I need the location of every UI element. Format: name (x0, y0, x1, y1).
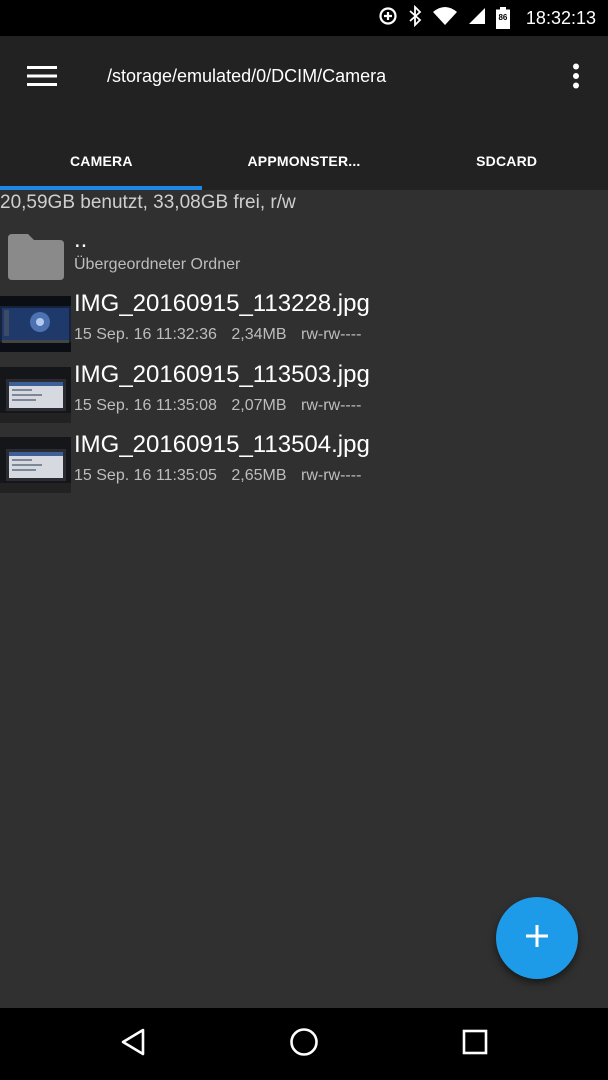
file-permissions: rw-rw---- (300, 326, 362, 343)
parent-folder-row[interactable]: .. Übergeordneter Ordner (0, 226, 608, 296)
battery-icon: 86 (495, 7, 510, 29)
app-bar: /storage/emulated/0/DCIM/Camera CAMERA A… (0, 36, 608, 190)
more-vert-icon (572, 63, 580, 94)
tab-appmonster[interactable]: APPMONSTER... (203, 132, 406, 190)
overflow-menu-button[interactable] (562, 60, 590, 96)
file-row[interactable]: IMG_20160915_113503.jpg 15 Sep. 16 11:35… (0, 361, 608, 431)
status-bar: 86 18:32:13 (0, 0, 608, 36)
folder-icon (6, 232, 66, 280)
plus-icon (525, 924, 549, 953)
data-saver-icon (378, 6, 398, 31)
add-button[interactable] (496, 897, 578, 979)
status-time: 18:32:13 (525, 7, 596, 28)
home-circle-icon (289, 1027, 319, 1062)
active-tab-indicator (0, 186, 202, 190)
file-size: 2,34MB (231, 326, 287, 343)
file-meta: 15 Sep. 16 11:35:08 2,07MB rw-rw---- (74, 397, 371, 415)
navigation-bar (0, 1008, 608, 1080)
battery-level: 86 (498, 13, 508, 22)
file-name: IMG_20160915_113504.jpg (74, 431, 370, 458)
file-size: 2,07MB (231, 397, 287, 414)
file-meta: 15 Sep. 16 11:32:36 2,34MB rw-rw---- (74, 326, 371, 344)
tab-camera[interactable]: CAMERA (0, 132, 203, 190)
tab-sdcard[interactable]: SDCARD (405, 132, 608, 190)
file-date: 15 Sep. 16 11:35:08 (74, 397, 217, 414)
status-icons: 86 18:32:13 (378, 0, 596, 36)
recents-button[interactable] (455, 1024, 495, 1064)
file-row[interactable]: IMG_20160915_113228.jpg 15 Sep. 16 11:32… (0, 290, 608, 360)
cell-signal-icon (468, 7, 486, 30)
current-path: /storage/emulated/0/DCIM/Camera (107, 66, 387, 86)
image-thumbnail (0, 367, 71, 423)
wifi-icon (432, 6, 458, 31)
tab-bar: CAMERA APPMONSTER... SDCARD (0, 132, 608, 190)
file-name: IMG_20160915_113503.jpg (74, 361, 370, 388)
back-button[interactable] (113, 1024, 153, 1064)
bluetooth-icon (408, 4, 422, 32)
file-permissions: rw-rw---- (300, 397, 362, 414)
recents-square-icon (462, 1029, 488, 1060)
file-row[interactable]: IMG_20160915_113504.jpg 15 Sep. 16 11:35… (0, 431, 608, 501)
file-date: 15 Sep. 16 11:32:36 (74, 326, 217, 343)
hamburger-menu-icon (27, 65, 57, 92)
home-button[interactable] (284, 1024, 324, 1064)
menu-button[interactable] (22, 60, 62, 96)
storage-info: 20,59GB benutzt, 33,08GB frei, r/w (0, 192, 296, 213)
image-thumbnail (0, 437, 71, 493)
file-date: 15 Sep. 16 11:35:05 (74, 467, 217, 484)
image-thumbnail (0, 296, 71, 352)
file-permissions: rw-rw---- (300, 467, 362, 484)
parent-folder-name: .. (74, 226, 88, 253)
file-name: IMG_20160915_113228.jpg (74, 290, 370, 317)
file-size: 2,65MB (231, 467, 287, 484)
back-triangle-icon (119, 1027, 147, 1062)
parent-folder-description: Übergeordneter Ordner (74, 256, 241, 273)
file-meta: 15 Sep. 16 11:35:05 2,65MB rw-rw---- (74, 467, 371, 485)
